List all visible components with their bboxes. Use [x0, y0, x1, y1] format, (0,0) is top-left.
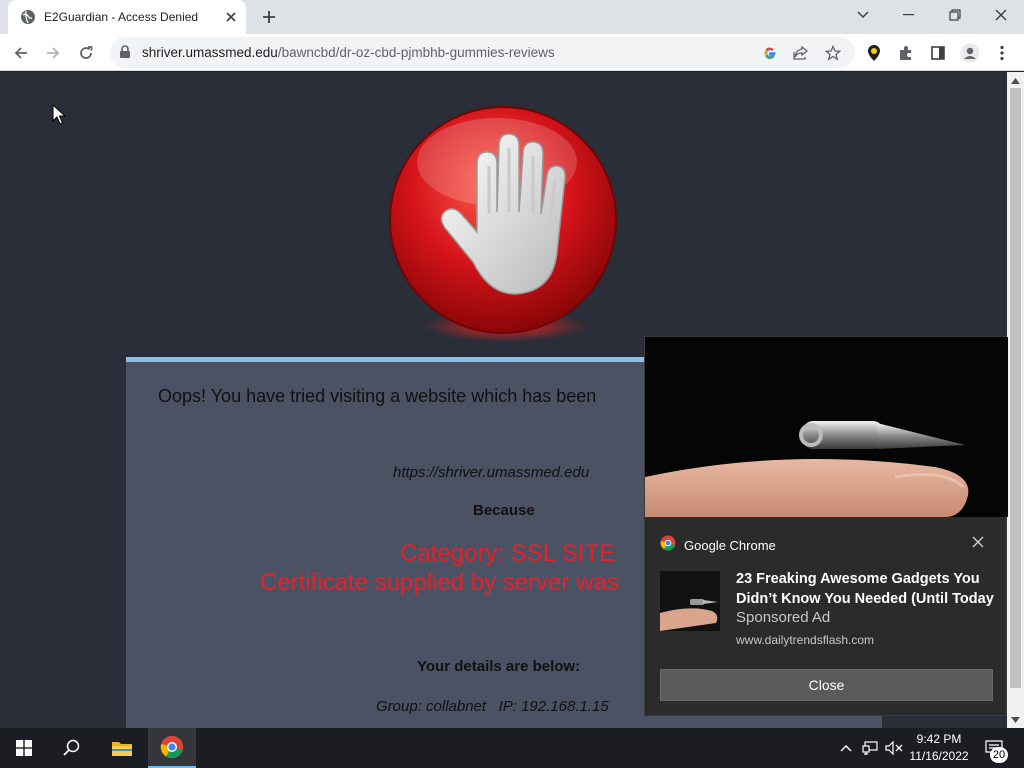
new-tab-icon[interactable]	[258, 6, 280, 28]
extension-location-icon[interactable]	[861, 40, 887, 66]
url-host: shriver.umassmed.edu	[142, 45, 278, 60]
block-headline: Oops! You have tried visiting a website …	[158, 386, 597, 406]
notification-domain: www.dailytrendsflash.com	[736, 633, 875, 647]
side-panel-icon[interactable]	[925, 40, 951, 66]
profile-icon[interactable]	[957, 40, 983, 66]
reload-icon[interactable]	[73, 40, 99, 66]
notification-app-name: Google Chrome	[684, 538, 776, 553]
scroll-thumb[interactable]	[1010, 88, 1021, 688]
search-icon[interactable]	[48, 728, 96, 768]
notification-subtitle: Sponsored Ad	[736, 609, 831, 626]
block-category: Category: SSL SITE	[400, 540, 616, 567]
scroll-down-icon[interactable]	[1010, 714, 1021, 725]
notification-title[interactable]: 23 Freaking Awesome Gadgets You Didn’t K…	[736, 569, 998, 609]
clock-date: 11/16/2022	[909, 749, 969, 763]
group-ip-line: Group: collabnet IP: 192.168.1.15	[376, 698, 609, 715]
back-icon[interactable]	[8, 40, 34, 66]
address-url[interactable]: shriver.umassmed.edu/bawncbd/dr-oz-cbd-p…	[142, 45, 555, 60]
notification-count-badge: 20	[990, 747, 1008, 763]
window-close-icon[interactable]	[978, 0, 1024, 30]
globe-icon	[20, 9, 36, 25]
file-explorer-icon[interactable]	[98, 728, 146, 768]
windows-start-icon[interactable]	[0, 728, 48, 768]
chrome-icon[interactable]	[148, 728, 196, 768]
details-heading: Your details are below:	[417, 658, 581, 675]
share-icon[interactable]	[790, 42, 812, 64]
kebab-menu-icon[interactable]	[989, 40, 1015, 66]
notification-thumbnail[interactable]	[660, 571, 720, 631]
minimize-icon[interactable]	[886, 0, 932, 30]
stop-hand-icon	[385, 102, 625, 352]
bookmark-star-icon[interactable]	[822, 42, 844, 64]
extensions-puzzle-icon[interactable]	[893, 40, 919, 66]
mute-speaker-icon[interactable]	[884, 738, 904, 758]
windows-taskbar: 9:42 PM 11/16/2022 20	[0, 728, 1024, 768]
mouse-cursor-icon	[52, 103, 67, 126]
notification-close-button[interactable]: Close	[660, 669, 993, 701]
browser-toolbar: shriver.umassmed.edu/bawncbd/dr-oz-cbd-p…	[0, 34, 1024, 71]
certificate-reason: Certificate supplied by server was	[260, 569, 619, 596]
clock-time: 9:42 PM	[916, 732, 962, 746]
chevron-up-icon[interactable]	[836, 738, 856, 758]
chrome-icon	[660, 535, 676, 556]
tab-search-icon[interactable]	[840, 0, 886, 30]
tab-title: E2Guardian - Access Denied	[44, 10, 199, 24]
chrome-notification[interactable]: Google Chrome 23 Freaking Awesome Gadget…	[644, 336, 1008, 716]
google-icon[interactable]	[759, 42, 781, 64]
address-bar[interactable]: shriver.umassmed.edu/bawncbd/dr-oz-cbd-p…	[110, 37, 855, 68]
browser-tab[interactable]: E2Guardian - Access Denied	[8, 0, 246, 34]
notification-hero-image[interactable]	[645, 337, 1008, 517]
restore-icon[interactable]	[932, 0, 978, 30]
url-path: /bawncbd/dr-oz-cbd-pjmbhb-gummies-review…	[277, 45, 555, 60]
notification-header: Google Chrome	[660, 535, 776, 556]
tab-strip: E2Guardian - Access Denied	[0, 0, 1024, 34]
because-label: Because	[473, 502, 535, 519]
taskbar-clock[interactable]: 9:42 PM 11/16/2022	[904, 731, 974, 765]
lock-icon[interactable]	[119, 45, 133, 59]
scroll-up-icon[interactable]	[1010, 75, 1021, 86]
forward-icon[interactable]	[40, 40, 66, 66]
network-icon[interactable]	[860, 738, 880, 758]
page-scrollbar[interactable]	[1007, 72, 1024, 728]
notification-close-icon[interactable]	[972, 535, 986, 549]
close-icon[interactable]	[222, 8, 240, 26]
